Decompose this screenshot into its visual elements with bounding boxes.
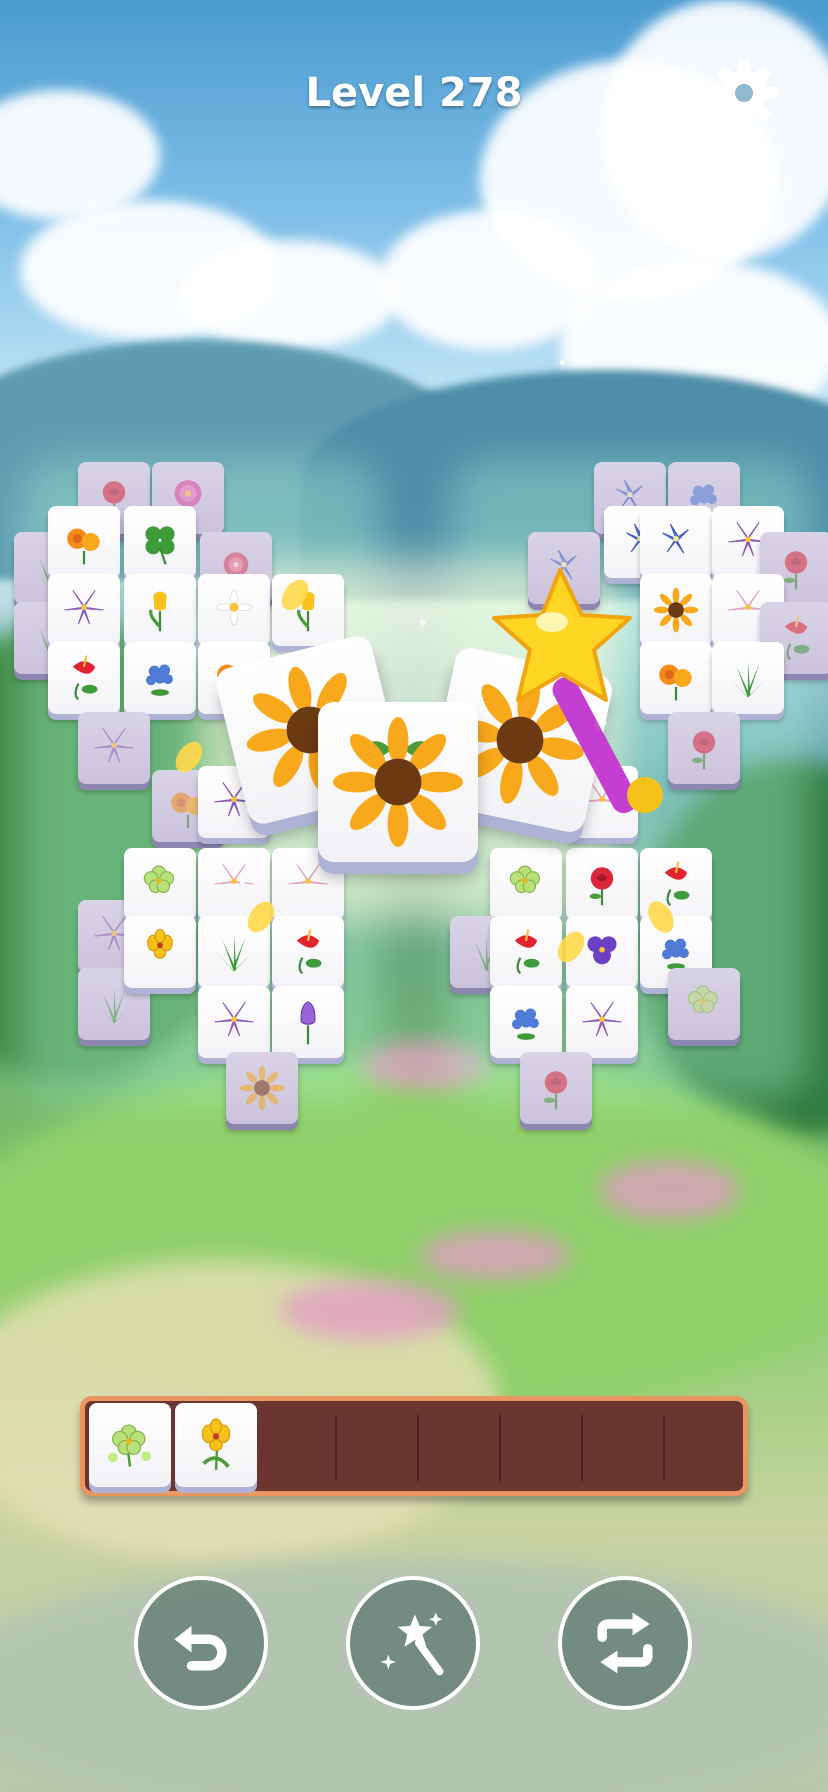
tulip-icon (149, 591, 167, 632)
game-screen: Level 278 (0, 0, 828, 1792)
board-tile[interactable] (272, 916, 344, 988)
rose-icon (589, 867, 614, 906)
board-tile (520, 1052, 592, 1124)
magic-wand-icon (380, 1612, 444, 1676)
rose-icon (543, 1071, 568, 1110)
tile-board (0, 0, 828, 1792)
board-tile[interactable] (124, 916, 196, 988)
tray-slot-divider (335, 1415, 337, 1481)
greenflower-icon (509, 865, 540, 893)
board-tile[interactable] (712, 642, 784, 714)
shuffle-icon (597, 1612, 653, 1674)
hydrangea-icon (512, 1008, 539, 1040)
tray-slot-divider (499, 1415, 501, 1481)
sunflower-match-tile (318, 702, 478, 862)
tray-tile (175, 1403, 257, 1487)
board-tile[interactable] (124, 642, 196, 714)
lily-icon (94, 728, 134, 763)
hydrangea-icon (146, 664, 173, 696)
board-tile[interactable] (490, 848, 562, 920)
sunflower-icon (239, 1065, 285, 1111)
sunflower-icon (333, 717, 463, 847)
board-tile[interactable] (490, 986, 562, 1058)
whitelily-icon (288, 864, 328, 885)
magic-wand-button[interactable] (346, 1576, 480, 1710)
pansy-icon (587, 936, 617, 965)
aloe-icon (730, 661, 766, 698)
board-tile[interactable] (272, 986, 344, 1058)
board-tile[interactable] (566, 986, 638, 1058)
tray-slot-divider (581, 1415, 583, 1481)
lily-icon (582, 1002, 622, 1037)
anthurium-icon (296, 929, 322, 975)
board-tile (668, 968, 740, 1040)
board-tile[interactable] (124, 574, 196, 646)
tray-slot-divider (417, 1415, 419, 1481)
board-tile[interactable] (198, 574, 270, 646)
sparkle (600, 720, 606, 726)
board-tile[interactable] (48, 506, 120, 578)
clover-icon (145, 526, 175, 565)
sparkle (560, 360, 565, 365)
board-tile[interactable] (48, 574, 120, 646)
undo-icon (174, 1625, 227, 1671)
board-tile (226, 1052, 298, 1124)
board-tile[interactable] (566, 848, 638, 920)
board-tile[interactable] (198, 986, 270, 1058)
board-tile[interactable] (124, 848, 196, 920)
board-tile (78, 712, 150, 784)
yellow-orchid-icon (201, 1418, 231, 1470)
board-tile[interactable] (48, 642, 120, 714)
tile-tray (80, 1396, 748, 1496)
anthurium-icon (72, 655, 98, 701)
board-tile[interactable] (490, 916, 562, 988)
sparkle (420, 620, 425, 625)
green-clover-flower-icon (107, 1424, 152, 1467)
whitelily-icon (214, 864, 254, 885)
marigold-icon (67, 528, 100, 565)
tray-tile (89, 1403, 171, 1487)
undo-button[interactable] (134, 1576, 268, 1710)
greenflower-icon (687, 985, 718, 1013)
magic-wand-icon (492, 568, 663, 814)
lily-icon (214, 1002, 254, 1037)
orchid-icon (147, 929, 173, 959)
sparkle (240, 880, 245, 885)
tray-slot-divider (663, 1415, 665, 1481)
anthurium-icon (514, 929, 540, 975)
crocus-icon (300, 1001, 316, 1045)
lily-icon (64, 590, 104, 625)
daisy-icon (216, 589, 252, 625)
board-tile[interactable] (124, 506, 196, 578)
shuffle-button[interactable] (558, 1576, 692, 1710)
greenflower-icon (143, 865, 174, 893)
